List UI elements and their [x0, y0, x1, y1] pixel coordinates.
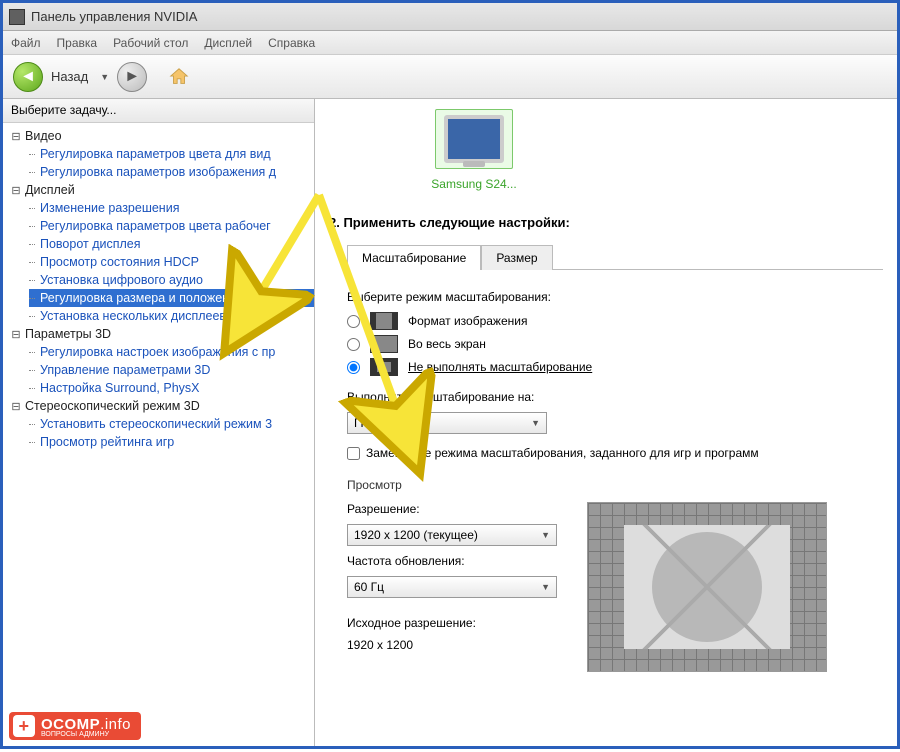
monitor-icon [444, 115, 504, 163]
override-checkbox[interactable] [347, 447, 360, 460]
app-icon [9, 9, 25, 25]
menubar: Файл Правка Рабочий стол Дисплей Справка [3, 31, 897, 55]
native-res-value: 1920 x 1200 [347, 638, 557, 652]
chevron-down-icon: ▼ [541, 582, 550, 592]
main-pane: Samsung S24... 2. Применить следующие на… [315, 99, 897, 746]
window-titlebar: Панель управления NVIDIA [3, 3, 897, 31]
resolution-select[interactable]: 1920 x 1200 (текущее)▼ [347, 524, 557, 546]
tree-item[interactable]: Регулировка параметров цвета рабочег [29, 217, 314, 235]
native-res-label: Исходное разрешение: [347, 616, 557, 630]
toolbar: ◄ Назад ▼ ► [3, 55, 897, 99]
tree-item[interactable]: Регулировка параметров изображения д [29, 163, 314, 181]
menu-file[interactable]: Файл [11, 36, 41, 50]
tree-item[interactable]: Поворот дисплея [29, 235, 314, 253]
task-sidebar: Выберите задачу... ⊟Видео Регулировка па… [3, 99, 315, 746]
preview-label: Просмотр [347, 478, 883, 492]
tree-item[interactable]: Просмотр рейтинга игр [29, 433, 314, 451]
menu-display[interactable]: Дисплей [204, 36, 252, 50]
scaling-mode-label: Выберите режим масштабирования: [347, 290, 883, 304]
tab-body-scaling: Выберите режим масштабирования: Формат и… [329, 270, 883, 672]
radio-fullscreen[interactable]: Во весь экран [347, 335, 883, 353]
perform-on-select[interactable]: ГП ▼ [347, 412, 547, 434]
tree-item[interactable]: Регулировка настроек изображения с пр [29, 343, 314, 361]
perform-on-label: Выполнить масштабирование на: [347, 390, 883, 404]
tree-group-3d[interactable]: ⊟Параметры 3D [9, 325, 314, 343]
plus-icon: + [13, 715, 35, 737]
tree-item[interactable]: Изменение разрешения [29, 199, 314, 217]
back-button[interactable]: ◄ [13, 62, 43, 92]
menu-edit[interactable]: Правка [57, 36, 98, 50]
sidebar-header: Выберите задачу... [3, 99, 314, 123]
home-button[interactable] [165, 64, 193, 90]
monitor-selector[interactable]: Samsung S24... [409, 109, 539, 191]
refresh-label: Частота обновления: [347, 554, 557, 568]
radio-fullscreen-input[interactable] [347, 338, 360, 351]
chevron-down-icon: ▼ [531, 418, 540, 428]
aspect-icon [370, 312, 398, 330]
fullscreen-icon [370, 335, 398, 353]
tree-item[interactable]: Регулировка параметров цвета для вид [29, 145, 314, 163]
radio-noscaling[interactable]: Не выполнять масштабирование [347, 358, 883, 376]
forward-button[interactable]: ► [117, 62, 147, 92]
tab-scaling[interactable]: Масштабирование [347, 245, 481, 270]
tree-item-selected[interactable]: Регулировка размера и положения рабоч [29, 289, 314, 307]
tree-item[interactable]: Установить стереоскопический режим 3 [29, 415, 314, 433]
content-area: Выберите задачу... ⊟Видео Регулировка па… [3, 99, 897, 746]
tree-item[interactable]: Управление параметрами 3D [29, 361, 314, 379]
tab-size[interactable]: Размер [481, 245, 552, 270]
tree-item[interactable]: Установка нескольких дисплеев [29, 307, 314, 325]
chevron-down-icon: ▼ [541, 530, 550, 540]
tree-item[interactable]: Настройка Surround, PhysX [29, 379, 314, 397]
radio-noscaling-input[interactable] [347, 361, 360, 374]
override-checkbox-row[interactable]: Замещение режима масштабирования, заданн… [347, 446, 883, 460]
tree-item[interactable]: Просмотр состояния HDCP [29, 253, 314, 271]
preview-box [587, 502, 827, 672]
back-label: Назад [51, 69, 88, 84]
radio-aspect-input[interactable] [347, 315, 360, 328]
refresh-select[interactable]: 60 Гц▼ [347, 576, 557, 598]
tabs: Масштабирование Размер [347, 244, 883, 270]
resolution-label: Разрешение: [347, 502, 557, 516]
monitor-label: Samsung S24... [431, 177, 516, 191]
tree-item[interactable]: Установка цифрового аудио [29, 271, 314, 289]
window-title: Панель управления NVIDIA [31, 9, 197, 24]
task-tree: ⊟Видео Регулировка параметров цвета для … [3, 123, 314, 455]
radio-aspect[interactable]: Формат изображения [347, 312, 883, 330]
back-dropdown-icon[interactable]: ▼ [100, 72, 109, 82]
noscaling-icon [370, 358, 398, 376]
tree-group-video[interactable]: ⊟Видео [9, 127, 314, 145]
section-title: 2. Применить следующие настройки: [329, 215, 883, 230]
tree-group-display[interactable]: ⊟Дисплей [9, 181, 314, 199]
menu-desktop[interactable]: Рабочий стол [113, 36, 188, 50]
menu-help[interactable]: Справка [268, 36, 315, 50]
watermark-logo: + OCOMP.info ВОПРОСЫ АДМИНУ [9, 712, 141, 740]
tree-group-stereo[interactable]: ⊟Стереоскопический режим 3D [9, 397, 314, 415]
